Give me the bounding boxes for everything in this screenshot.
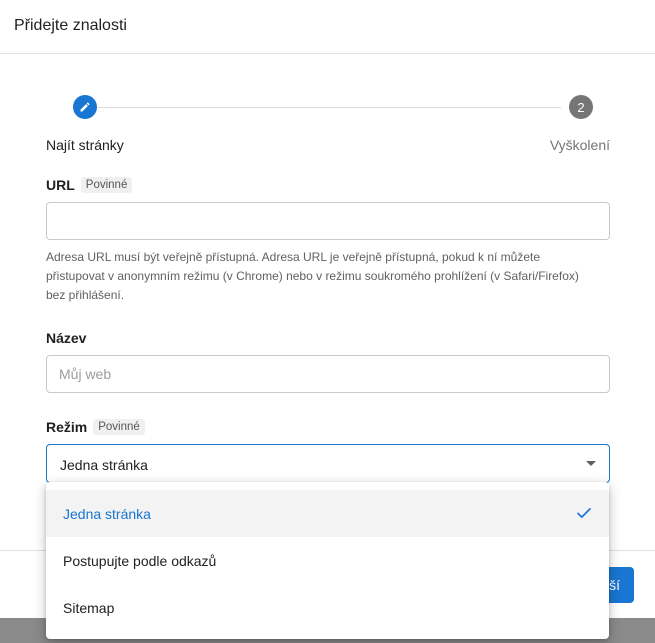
- step-1-label: Najít stránky: [46, 137, 124, 153]
- url-field-label: URL Povinné: [46, 177, 133, 193]
- url-label-text: URL: [46, 177, 75, 193]
- mode-select[interactable]: Jedna stránka: [46, 444, 610, 483]
- mode-select-value: Jedna stránka: [60, 457, 148, 473]
- name-input[interactable]: [46, 355, 610, 393]
- name-label-text: Název: [46, 330, 87, 346]
- pencil-icon: [80, 102, 90, 112]
- mode-field-label: Režim Povinné: [46, 419, 145, 435]
- dropdown-arrow-icon[interactable]: [586, 461, 596, 466]
- step-2-label: Vyškolení: [549, 137, 610, 153]
- add-knowledge-dialog: Přidejte znalosti 2 Najít stránky Vyškol…: [0, 0, 655, 639]
- step-2-indicator: 2: [569, 95, 593, 119]
- mode-dropdown-menu: Jedna stránka Postupujte podle odkazů Si…: [46, 482, 609, 639]
- required-badge: Povinné: [93, 419, 145, 435]
- option-label: Jedna stránka: [63, 505, 151, 522]
- name-field-label: Název: [46, 330, 86, 346]
- option-label: Sitemap: [63, 599, 115, 616]
- step-2-number: 2: [577, 99, 585, 115]
- option-label: Postupujte podle odkazů: [63, 552, 217, 569]
- stepper-connector: [98, 107, 561, 108]
- url-helper-text: Adresa URL musí být veřejně přístupná. A…: [46, 250, 579, 302]
- dialog-title: Přidejte znalosti: [14, 17, 127, 34]
- required-badge: Povinné: [80, 177, 133, 193]
- mode-option-sitemap[interactable]: Sitemap: [46, 584, 609, 631]
- dialog-header: Přidejte znalosti: [0, 0, 655, 54]
- step-1-indicator: [73, 95, 97, 119]
- mode-option-follow-links[interactable]: Postupujte podle odkazů: [46, 537, 609, 584]
- mode-label-text: Režim: [46, 419, 88, 435]
- check-icon: [577, 508, 591, 518]
- mode-option-single-page[interactable]: Jedna stránka: [46, 490, 609, 537]
- url-input[interactable]: [46, 202, 610, 240]
